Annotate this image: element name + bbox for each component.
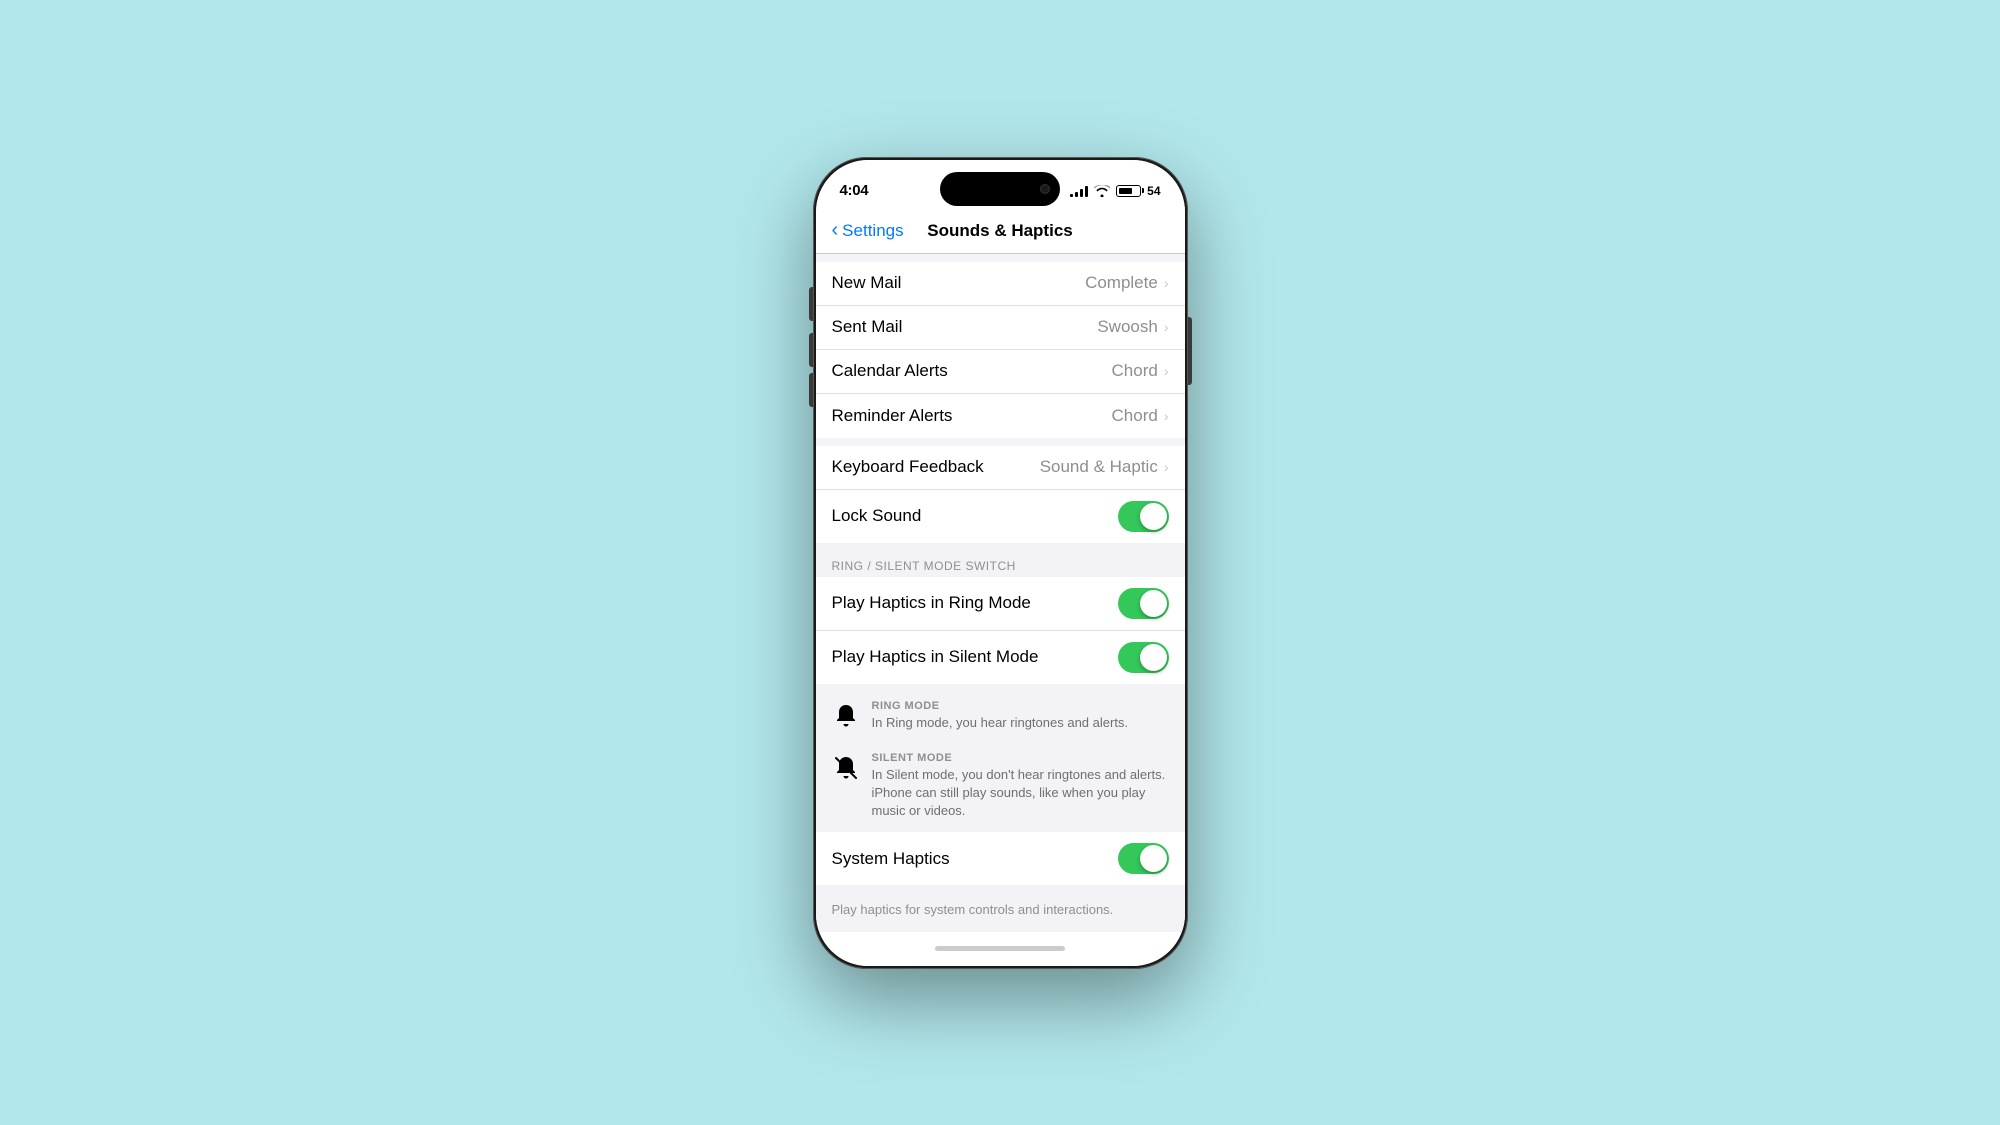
silent-mode-description: In Silent mode, you don't hear ringtones… <box>872 766 1169 821</box>
lock-sound-label: Lock Sound <box>832 506 922 526</box>
ring-mode-info: RING MODE In Ring mode, you hear rington… <box>816 692 1185 744</box>
reminder-alerts-label: Reminder Alerts <box>832 406 953 426</box>
silent-mode-text-block: SILENT MODE In Silent mode, you don't he… <box>872 752 1169 821</box>
chevron-icon: › <box>1164 275 1169 291</box>
haptics-silent-toggle[interactable] <box>1118 642 1169 673</box>
keyboard-feedback-value: Sound & Haptic › <box>1040 457 1169 477</box>
bell-ring-icon <box>832 702 860 730</box>
reminder-alerts-value: Chord › <box>1112 406 1169 426</box>
bell-mute-icon <box>832 754 860 782</box>
sent-mail-value: Swoosh › <box>1097 317 1168 337</box>
home-indicator <box>816 932 1185 966</box>
keyboard-feedback-label: Keyboard Feedback <box>832 457 984 477</box>
silent-mode-label: SILENT MODE <box>872 752 1169 764</box>
haptics-silent-label: Play Haptics in Silent Mode <box>832 647 1039 667</box>
ring-silent-header: RING / SILENT MODE SWITCH <box>816 551 1185 577</box>
page-title: Sounds & Haptics <box>927 221 1072 241</box>
sounds-section: New Mail Complete › Sent Mail Swoosh › C… <box>816 262 1185 438</box>
new-mail-item[interactable]: New Mail Complete › <box>816 262 1185 306</box>
phone-screen: 4:04 54 <box>816 160 1185 966</box>
ring-mode-label: RING MODE <box>872 700 1169 712</box>
haptics-ring-toggle[interactable] <box>1118 588 1169 619</box>
calendar-alerts-item[interactable]: Calendar Alerts Chord › <box>816 350 1185 394</box>
system-haptics-toggle[interactable] <box>1118 843 1169 874</box>
system-haptics-item: System Haptics <box>816 832 1185 885</box>
chevron-icon: › <box>1164 363 1169 379</box>
navigation-bar: ‹ Settings Sounds & Haptics <box>816 210 1185 254</box>
settings-content: New Mail Complete › Sent Mail Swoosh › C… <box>816 254 1185 932</box>
haptics-silent-item: Play Haptics in Silent Mode <box>816 631 1185 684</box>
toggle-thumb <box>1140 845 1167 872</box>
silent-mode-info: SILENT MODE In Silent mode, you don't he… <box>816 744 1185 833</box>
new-mail-label: New Mail <box>832 273 902 293</box>
feedback-section: Keyboard Feedback Sound & Haptic › Lock … <box>816 446 1185 543</box>
toggle-thumb <box>1140 644 1167 671</box>
calendar-alerts-label: Calendar Alerts <box>832 361 948 381</box>
system-haptics-footer: Play haptics for system controls and int… <box>816 893 1185 931</box>
ring-mode-text-block: RING MODE In Ring mode, you hear rington… <box>872 700 1169 732</box>
keyboard-feedback-value-text: Sound & Haptic <box>1040 457 1158 477</box>
calendar-alerts-value: Chord › <box>1112 361 1169 381</box>
back-arrow-icon: ‹ <box>832 219 839 242</box>
camera-dot <box>1040 184 1050 194</box>
signal-icon <box>1070 185 1088 197</box>
status-time: 4:04 <box>840 182 869 199</box>
reminder-alerts-item[interactable]: Reminder Alerts Chord › <box>816 394 1185 438</box>
system-haptics-label: System Haptics <box>832 849 950 869</box>
battery-icon: 54 <box>1116 184 1160 198</box>
haptics-ring-item: Play Haptics in Ring Mode <box>816 577 1185 631</box>
toggle-thumb <box>1140 590 1167 617</box>
sent-mail-label: Sent Mail <box>832 317 903 337</box>
chevron-icon: › <box>1164 319 1169 335</box>
haptics-ring-label: Play Haptics in Ring Mode <box>832 593 1031 613</box>
keyboard-feedback-item[interactable]: Keyboard Feedback Sound & Haptic › <box>816 446 1185 490</box>
chevron-icon: › <box>1164 459 1169 475</box>
system-haptics-section: System Haptics <box>816 832 1185 885</box>
back-label: Settings <box>842 221 903 241</box>
ring-mode-description: In Ring mode, you hear ringtones and ale… <box>872 714 1169 732</box>
new-mail-value: Complete › <box>1085 273 1168 293</box>
home-bar <box>935 946 1065 951</box>
status-right-icons: 54 <box>1070 184 1160 198</box>
toggle-thumb <box>1140 503 1167 530</box>
lock-sound-item: Lock Sound <box>816 490 1185 543</box>
lock-sound-toggle[interactable] <box>1118 501 1169 532</box>
ring-silent-section: Play Haptics in Ring Mode Play Haptics i… <box>816 577 1185 684</box>
back-button[interactable]: ‹ Settings <box>832 220 904 242</box>
chevron-icon: › <box>1164 408 1169 424</box>
dynamic-island <box>940 172 1060 206</box>
sent-mail-item[interactable]: Sent Mail Swoosh › <box>816 306 1185 350</box>
phone-frame: 4:04 54 <box>813 157 1188 969</box>
wifi-icon <box>1094 185 1110 197</box>
